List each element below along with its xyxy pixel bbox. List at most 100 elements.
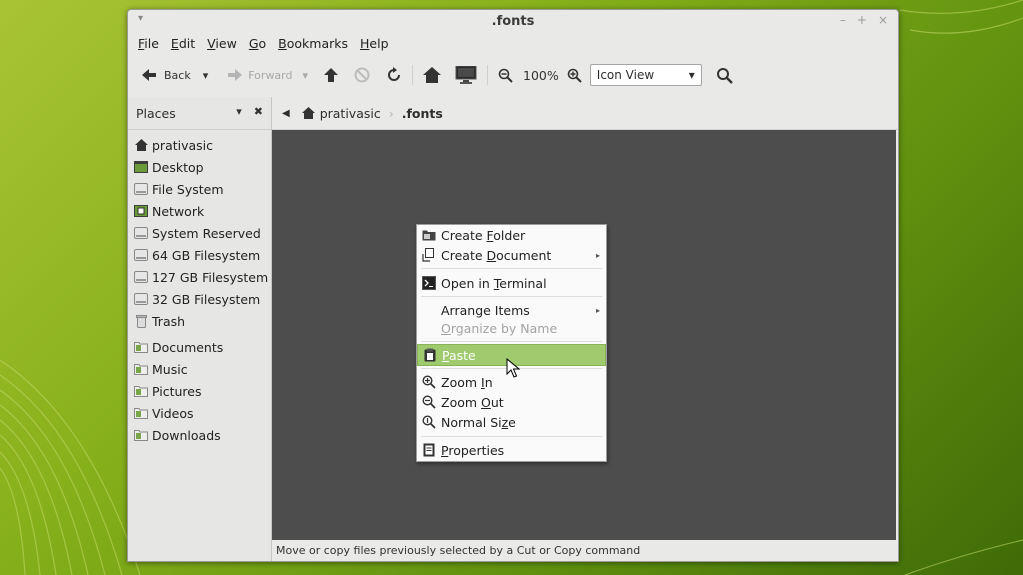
menu-help[interactable]: Help (354, 34, 395, 54)
folder-new-icon (422, 230, 436, 241)
toolbar-separator (487, 65, 489, 85)
menu-view[interactable]: View (201, 34, 243, 54)
sidebar-item-downloads[interactable]: Downloads (128, 424, 271, 446)
status-bar: Move or copy files previously selected b… (272, 540, 898, 561)
sidebar-item-32gb[interactable]: 32 GB Filesystem (128, 288, 271, 310)
places-sidebar: Places ▾ ✖ prativasic Desktop File Syste… (128, 97, 272, 561)
paste-icon (424, 348, 436, 362)
back-button[interactable]: Back (138, 63, 195, 87)
zoom-in-button[interactable] (563, 63, 586, 87)
home-button[interactable] (419, 63, 445, 87)
drive-icon (134, 270, 148, 284)
chevron-down-icon: ▾ (688, 68, 695, 82)
network-icon (134, 204, 148, 218)
context-menu: Create Folder Create Document ▸ Open in … (416, 224, 607, 462)
breadcrumb-home[interactable]: prativasic (301, 106, 381, 121)
menu-separator (421, 268, 602, 269)
status-text: Move or copy files previously selected b… (276, 544, 641, 557)
search-icon (716, 67, 733, 84)
sidebar-item-system-reserved[interactable]: System Reserved (128, 222, 271, 244)
menu-item-zoom-out[interactable]: Zoom Out (417, 392, 606, 412)
submenu-arrow-icon: ▸ (595, 305, 600, 315)
forward-arrow-icon (228, 69, 243, 81)
menu-separator (421, 436, 602, 437)
properties-icon (423, 443, 435, 457)
minimize-button[interactable]: – (840, 13, 846, 27)
menu-go[interactable]: Go (243, 34, 272, 54)
menu-item-organize-by-name: Organize by Name (441, 320, 558, 336)
menu-item-open-in-terminal[interactable]: Open in Terminal (417, 273, 606, 293)
mouse-pointer-icon (506, 358, 520, 378)
sidebar-item-videos[interactable]: Videos (128, 402, 271, 424)
terminal-icon (422, 276, 436, 290)
toolbar-separator (412, 65, 414, 85)
breadcrumb-separator: › (388, 105, 394, 121)
sidebar-item-documents[interactable]: Documents (128, 336, 271, 358)
sidebar-item-network[interactable]: Network (128, 200, 271, 222)
sidebar-header: Places ▾ ✖ (128, 97, 271, 130)
view-mode-select[interactable]: Icon View ▾ (589, 64, 702, 86)
computer-button[interactable] (451, 63, 481, 87)
sidebar-item-home[interactable]: prativasic (128, 134, 271, 156)
trash-icon (134, 314, 148, 328)
menu-file[interactable]: File (132, 34, 165, 54)
sidebar-item-64gb[interactable]: 64 GB Filesystem (128, 244, 271, 266)
zoom-out-icon (498, 68, 513, 83)
folder-music-icon (134, 362, 148, 376)
drive-icon (134, 248, 148, 262)
up-arrow-icon (324, 68, 339, 82)
sidebar-item-desktop[interactable]: Desktop (128, 156, 271, 178)
back-label: Back (164, 68, 191, 82)
close-button[interactable]: × (878, 13, 888, 27)
zoom-original-icon (422, 415, 436, 429)
view-mode-value: Icon View (596, 68, 655, 82)
menu-separator (421, 296, 602, 297)
maximize-button[interactable]: + (857, 13, 867, 27)
forward-button[interactable]: Forward (222, 63, 296, 87)
sidebar-item-trash[interactable]: Trash (128, 310, 271, 332)
home-icon (134, 138, 148, 152)
path-bar: ◀ prativasic › .fonts (272, 97, 898, 130)
reload-icon (388, 67, 401, 81)
sidebar-item-file-system[interactable]: File System (128, 178, 271, 200)
menu-edit[interactable]: Edit (165, 34, 201, 54)
folder-videos-icon (134, 406, 148, 420)
menu-item-create-document[interactable]: Create Document ▸ (417, 245, 606, 265)
stop-button[interactable] (350, 63, 374, 87)
desktop-icon (134, 160, 148, 174)
reload-button[interactable] (382, 63, 406, 87)
sidebar-item-pictures[interactable]: Pictures (128, 380, 271, 402)
zoom-in-icon (567, 68, 582, 83)
sidebar-selector-dropdown[interactable]: ▾ (236, 105, 242, 118)
forward-history-dropdown[interactable]: ▾ (299, 63, 313, 87)
breadcrumb-current[interactable]: .fonts (402, 106, 443, 121)
toolbar: Back ▾ Forward ▾ 100% Icon View ▾ (128, 58, 898, 92)
menu-item-normal-size[interactable]: Normal Size (417, 412, 606, 432)
path-back-arrow-icon[interactable]: ◀ (282, 108, 290, 119)
places-list: prativasic Desktop File System Network S… (128, 134, 271, 446)
menu-bar: File Edit View Go Bookmarks Help (132, 34, 395, 54)
search-button[interactable] (712, 63, 737, 87)
home-icon (423, 67, 442, 83)
zoom-out-icon (422, 395, 436, 409)
up-button[interactable] (320, 63, 342, 87)
document-new-icon (422, 248, 434, 262)
title-bar[interactable]: ▾ .fonts – + × (128, 10, 898, 34)
zoom-level[interactable]: 100% (519, 63, 563, 87)
drive-icon (134, 182, 148, 196)
sidebar-close-button[interactable]: ✖ (254, 105, 263, 118)
sidebar-title[interactable]: Places (136, 106, 176, 121)
back-history-dropdown[interactable]: ▾ (199, 63, 213, 87)
menu-bookmarks[interactable]: Bookmarks (272, 34, 354, 54)
back-arrow-icon (142, 69, 156, 81)
menu-item-arrange-items[interactable]: Arrange Items ▸ (417, 300, 606, 320)
sidebar-item-music[interactable]: Music (128, 358, 271, 380)
computer-icon (455, 66, 477, 84)
zoom-out-button[interactable] (494, 63, 517, 87)
menu-item-properties[interactable]: Properties (417, 440, 606, 460)
window-title: .fonts (491, 14, 535, 29)
drive-icon (134, 292, 148, 306)
zoom-in-icon (422, 375, 436, 389)
menu-item-create-folder[interactable]: Create Folder (417, 225, 606, 245)
sidebar-item-127gb[interactable]: 127 GB Filesystem (128, 266, 271, 288)
